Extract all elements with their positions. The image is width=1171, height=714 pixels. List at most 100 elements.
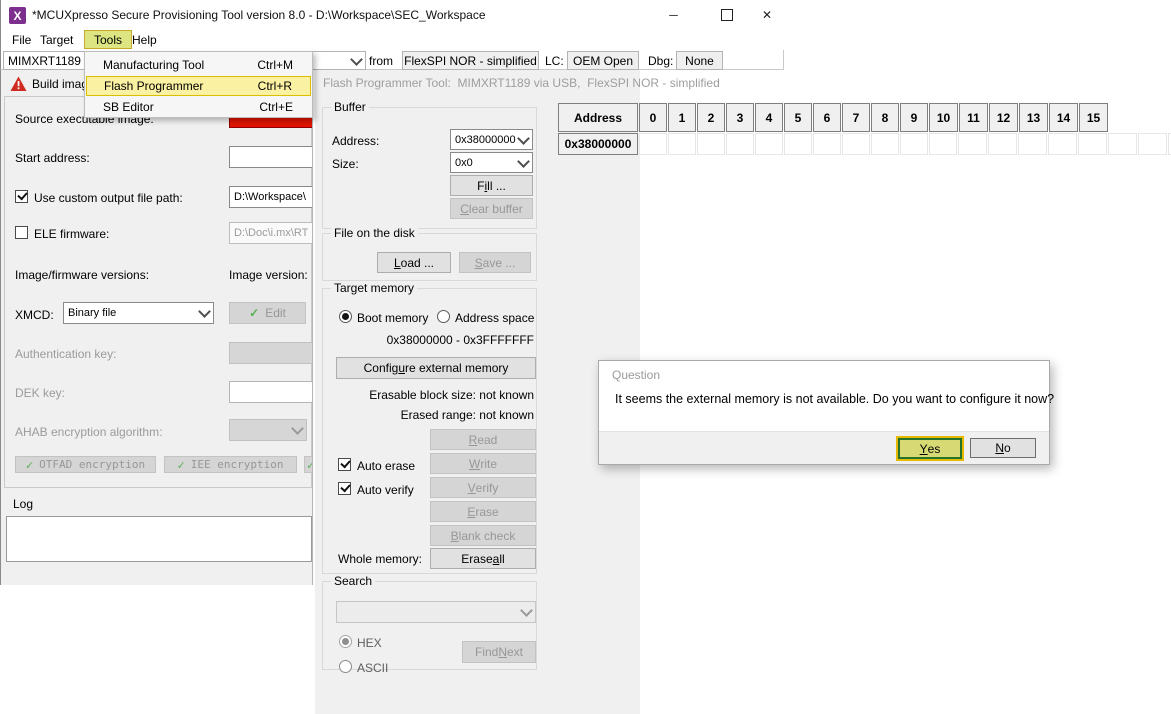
menu-item-flash-programmer[interactable]: Flash Programmer Ctrl+R	[86, 76, 311, 96]
custom-output-path-field[interactable]: D:\Workspace\	[229, 186, 313, 208]
load-button[interactable]: Load ...	[377, 252, 451, 273]
menu-item-shortcut: Ctrl+E	[259, 100, 293, 114]
hex-cell[interactable]	[1078, 133, 1107, 155]
menu-help[interactable]: Help	[123, 30, 166, 49]
edit-button: ✓ Edit	[229, 302, 306, 324]
read-button: Read	[430, 429, 536, 450]
hex-table-header: 0	[639, 103, 667, 132]
boot-type-combo[interactable]	[311, 51, 366, 70]
hex-cell	[1108, 133, 1137, 155]
hex-cell[interactable]	[726, 133, 754, 155]
lifecycle-button[interactable]: OEM Open	[567, 51, 639, 70]
hex-table-header: 2	[697, 103, 725, 132]
hex-cell	[1138, 133, 1167, 155]
buffer-size-combo[interactable]: 0x0	[450, 152, 533, 173]
yes-button[interactable]: Yes	[898, 438, 962, 459]
log-label: Log	[13, 497, 33, 511]
ascii-radio[interactable]	[339, 660, 352, 673]
hex-cell[interactable]	[813, 133, 841, 155]
dialog-message: It seems the external memory is not avai…	[615, 392, 1054, 406]
ele-firmware-path-field: D:\Doc\i.mx\RT	[229, 222, 313, 244]
from-label: from	[369, 54, 393, 68]
hex-cell[interactable]	[639, 133, 667, 155]
start-address-field[interactable]	[229, 146, 313, 168]
window-title: *MCUXpresso Secure Provisioning Tool ver…	[32, 8, 486, 22]
erase-button: Erase	[430, 501, 536, 522]
start-address-label: Start address:	[15, 151, 90, 165]
blank-check-button: Blank check	[430, 525, 536, 546]
dialog-title: Question	[612, 368, 660, 382]
hex-cell[interactable]	[755, 133, 783, 155]
processor-selector[interactable]: MIMXRT1189	[3, 51, 91, 70]
hex-table-header: 1	[668, 103, 696, 132]
hex-row-address: 0x38000000	[558, 133, 638, 155]
hex-cell[interactable]	[1048, 133, 1077, 155]
xmcd-combo[interactable]: Binary file	[63, 302, 214, 324]
chevron-down-icon	[517, 132, 530, 145]
hex-table-header: 15	[1079, 103, 1108, 132]
buffer-address-label: Address:	[332, 134, 379, 148]
auto-verify-checkbox[interactable]	[338, 482, 351, 495]
buffer-address-combo[interactable]: 0x38000000	[450, 129, 533, 150]
chevron-down-icon	[198, 305, 211, 318]
configure-external-memory-button[interactable]: Configure external memory	[336, 357, 536, 379]
hex-cell[interactable]	[900, 133, 928, 155]
boot-device-button[interactable]: FlexSPI NOR - simplified	[402, 51, 539, 70]
hex-cell[interactable]	[668, 133, 696, 155]
clear-buffer-button: Clear buffer	[450, 198, 533, 219]
address-space-radio[interactable]	[437, 310, 450, 323]
close-button[interactable]: ✕	[749, 0, 785, 29]
hex-cell[interactable]	[871, 133, 899, 155]
memory-range-text: 0x38000000 - 0x3FFFFFFF	[336, 333, 534, 347]
titlebar: X *MCUXpresso Secure Provisioning Tool v…	[0, 0, 785, 30]
hex-cell[interactable]	[929, 133, 957, 155]
ahab-combo	[229, 419, 307, 441]
screen: X *MCUXpresso Secure Provisioning Tool v…	[0, 0, 1171, 714]
hex-table-header: 11	[959, 103, 988, 132]
dek-key-field[interactable]	[229, 381, 313, 403]
hex-cell[interactable]	[988, 133, 1017, 155]
menu-item-manufacturing-tool[interactable]: Manufacturing Tool Ctrl+M	[86, 55, 311, 75]
fill-button[interactable]: Fill ...	[450, 175, 533, 196]
buffer-group-label: Buffer	[331, 100, 369, 114]
minimize-button[interactable]: ─	[651, 0, 696, 29]
hex-cell[interactable]	[697, 133, 725, 155]
hex-table-header: 12	[989, 103, 1018, 132]
debugger-button[interactable]: None	[676, 51, 723, 70]
ele-firmware-checkbox[interactable]	[15, 226, 28, 239]
close-icon: ✕	[762, 8, 772, 22]
hex-cell[interactable]	[1018, 133, 1047, 155]
lc-label: LC:	[545, 54, 564, 68]
maximize-button[interactable]	[704, 0, 749, 29]
boot-memory-radio[interactable]	[339, 310, 352, 323]
no-button[interactable]: No	[970, 438, 1036, 458]
log-textarea[interactable]	[6, 516, 312, 562]
hex-radio	[339, 635, 352, 648]
verify-button: Verify	[430, 477, 536, 498]
hex-cell[interactable]	[784, 133, 812, 155]
menubar: File Target Tools Help	[0, 30, 785, 50]
ele-firmware-label: ELE firmware:	[34, 227, 109, 241]
custom-output-label: Use custom output file path:	[34, 191, 183, 205]
hex-table-header: 8	[871, 103, 899, 132]
custom-output-checkbox[interactable]	[15, 190, 28, 203]
app-icon: X	[9, 7, 26, 24]
hex-cell[interactable]	[958, 133, 987, 155]
clipped-encryption-button: ✓	[304, 456, 313, 473]
maximize-icon	[721, 9, 733, 21]
hex-table-header: Address	[558, 103, 638, 132]
erase-all-button[interactable]: Erase all	[430, 548, 536, 569]
dbg-label: Dbg:	[648, 54, 673, 68]
hex-table-header: 4	[755, 103, 783, 132]
check-icon: ✓	[178, 458, 185, 472]
search-combo[interactable]	[336, 601, 536, 623]
buffer-size-label: Size:	[332, 157, 359, 171]
hex-cell[interactable]	[842, 133, 870, 155]
menu-item-sb-editor[interactable]: SB Editor Ctrl+E	[86, 97, 311, 117]
auto-erase-checkbox[interactable]	[338, 458, 351, 471]
dek-key-label: DEK key:	[15, 386, 65, 400]
check-icon: ✓	[26, 458, 33, 472]
auth-key-label: Authentication key:	[15, 347, 116, 361]
minimize-icon: ─	[669, 8, 678, 22]
menu-target[interactable]: Target	[31, 30, 82, 49]
